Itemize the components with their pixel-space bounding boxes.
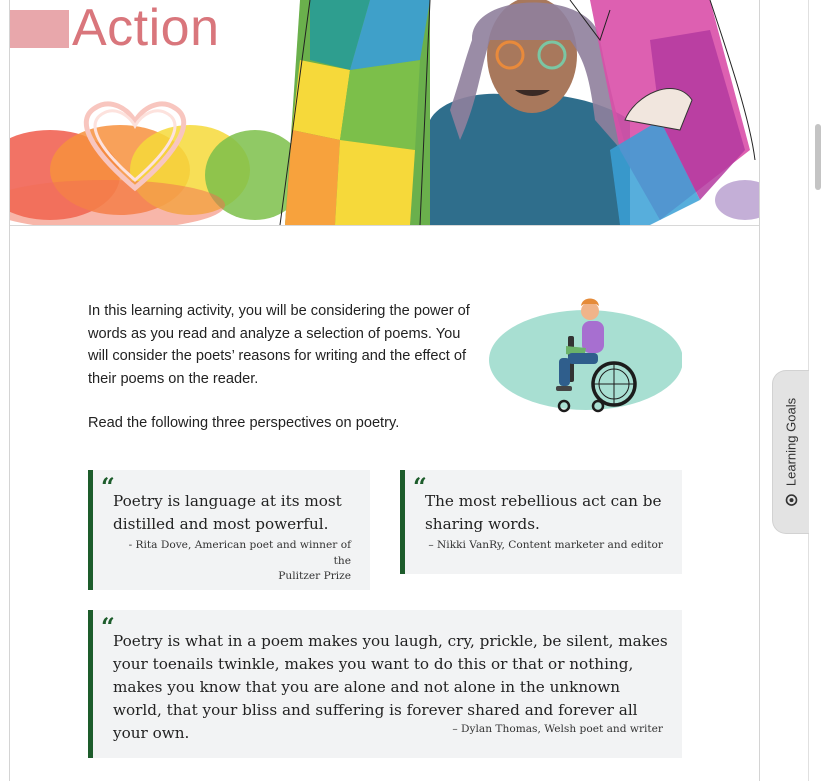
quote-attribution: - Rita Dove, American poet and winner of… xyxy=(111,538,351,585)
page-title: Action xyxy=(72,0,220,57)
intro-paragraph: In this learning activity, you will be c… xyxy=(88,303,470,387)
intro-instruction: Read the following three perspectives on… xyxy=(88,415,400,431)
quote-attribution: – Dylan Thomas, Welsh poet and writer xyxy=(263,722,663,738)
quote-card-dylan-thomas: “ Poetry is what in a poem makes you lau… xyxy=(88,610,682,758)
quote-card-rita-dove: “ Poetry is language at its most distill… xyxy=(88,470,370,590)
quote-text: The most rebellious act can be sharing w… xyxy=(425,492,662,533)
learning-goals-tab-content: Learning Goals xyxy=(784,398,799,506)
target-icon xyxy=(785,494,797,506)
attribution-line: Pulitzer Prize xyxy=(278,570,351,582)
quote-text: Poetry is language at its most distilled… xyxy=(113,492,342,533)
quote-attribution: – Nikki VanRy, Content marketer and edit… xyxy=(413,538,663,554)
learning-goals-tab[interactable]: Learning Goals xyxy=(772,370,809,534)
attribution-line: – Dylan Thomas, Welsh poet and writer xyxy=(452,723,663,735)
hero-banner: Action xyxy=(10,0,759,226)
reader-in-wheelchair-illustration xyxy=(489,298,682,413)
quote-card-nikki-vanry: “ The most rebellious act can be sharing… xyxy=(400,470,682,574)
content-page: Action In this learning activity, you wi… xyxy=(9,0,760,781)
attribution-line: - Rita Dove, American poet and winner of… xyxy=(128,539,351,567)
hero-title-accent-block xyxy=(10,10,69,48)
intro-text: In this learning activity, you will be c… xyxy=(88,300,473,435)
scrollbar-thumb[interactable] xyxy=(815,124,821,190)
attribution-line: – Nikki VanRy, Content marketer and edit… xyxy=(428,539,663,551)
learning-goals-label: Learning Goals xyxy=(783,397,799,487)
